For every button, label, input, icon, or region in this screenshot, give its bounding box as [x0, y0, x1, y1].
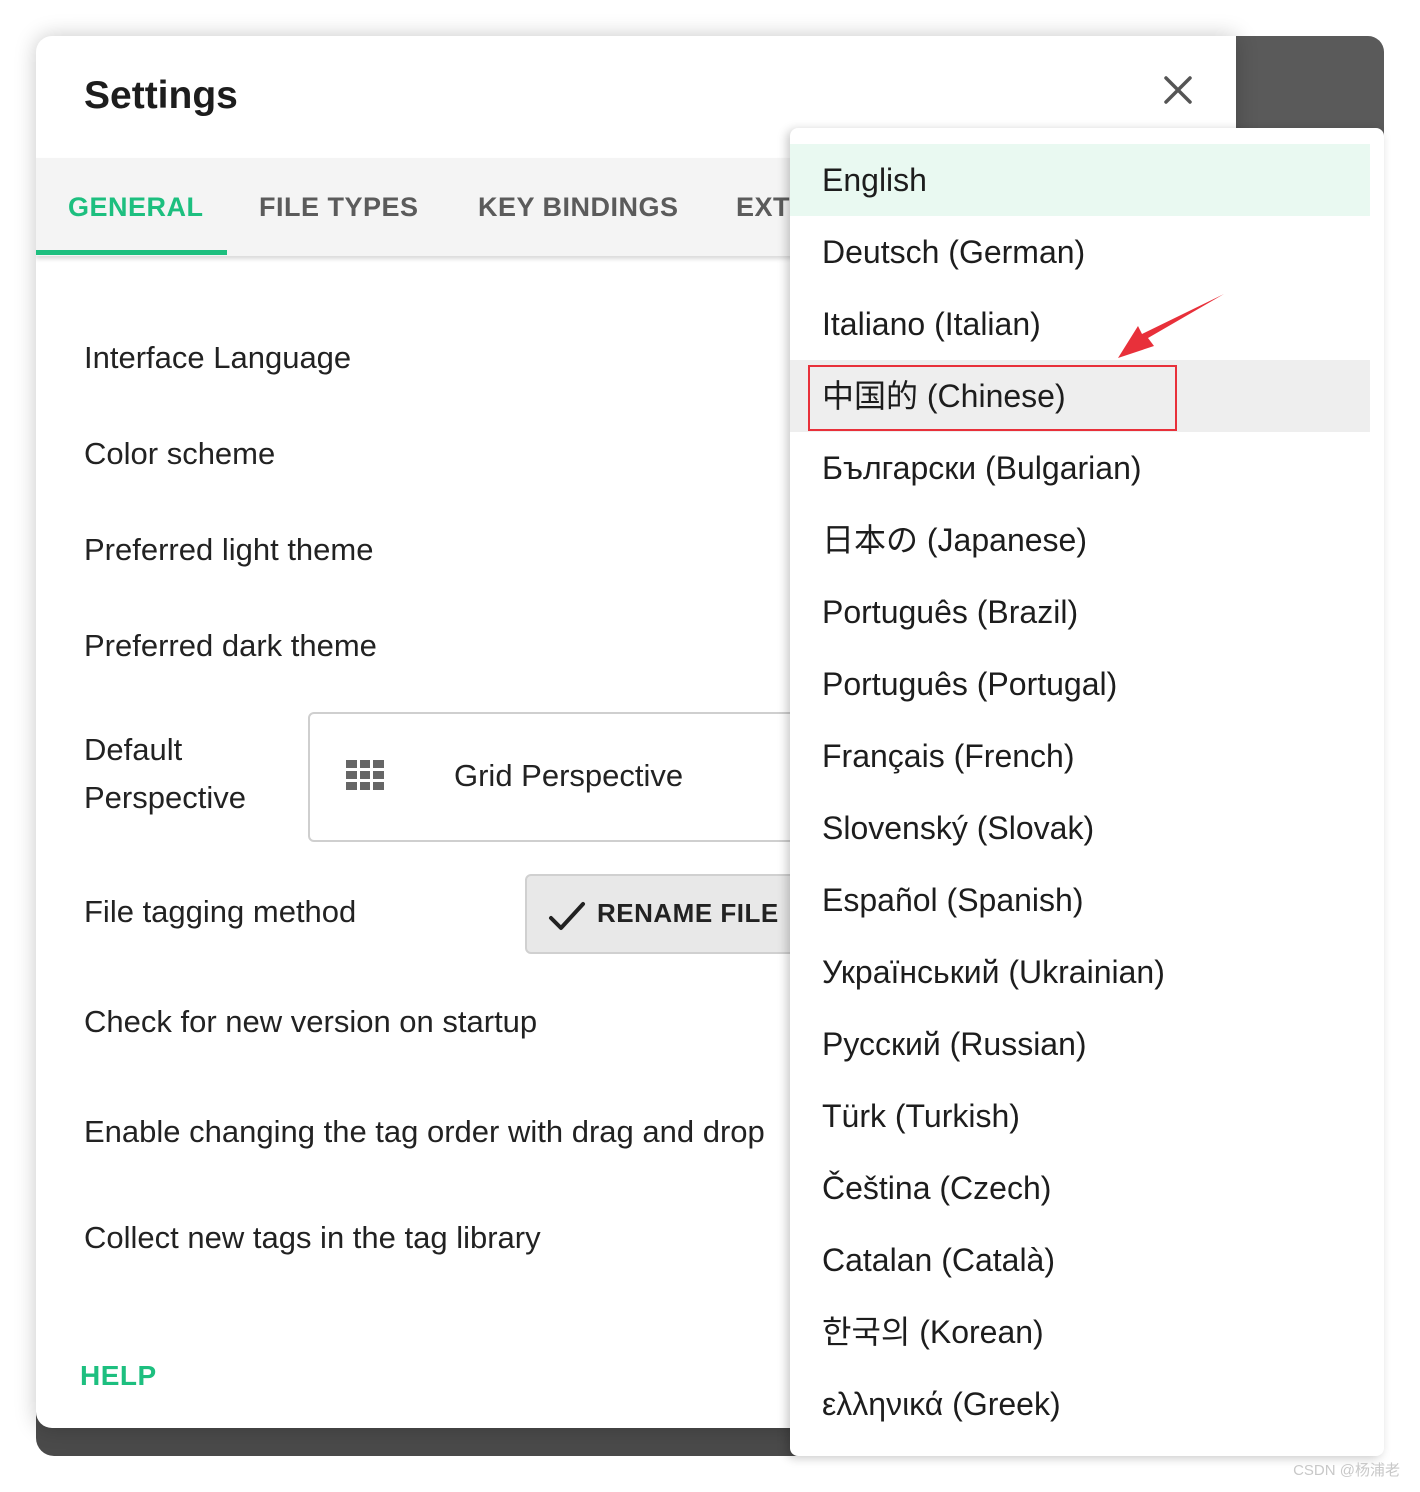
preferred-light-theme-label: Preferred light theme: [84, 532, 374, 567]
color-scheme-label: Color scheme: [84, 436, 276, 471]
language-option-spanish[interactable]: Español (Spanish): [790, 864, 1370, 936]
default-perspective-label-line1: Default: [84, 732, 183, 767]
language-option-russian[interactable]: Русский (Russian): [790, 1008, 1370, 1080]
tab-key-bindings[interactable]: KEY BINDINGS: [478, 192, 679, 223]
help-button[interactable]: HELP: [80, 1360, 157, 1392]
collect-new-tags-label: Collect new tags in the tag library: [84, 1220, 541, 1255]
interface-language-label: Interface Language: [84, 340, 352, 375]
language-option-czech[interactable]: Čeština (Czech): [790, 1152, 1370, 1224]
default-perspective-select[interactable]: Grid Perspective: [308, 712, 828, 842]
language-option-korean[interactable]: 한국의 (Korean): [790, 1296, 1370, 1368]
language-option-bulgarian[interactable]: Български (Bulgarian): [790, 432, 1370, 504]
language-dropdown-menu: English Deutsch (German) Italiano (Itali…: [790, 128, 1384, 1456]
default-perspective-value: Grid Perspective: [454, 758, 684, 793]
language-option-portuguese-portugal[interactable]: Português (Portugal): [790, 648, 1370, 720]
close-icon: [1164, 76, 1192, 104]
language-option-german[interactable]: Deutsch (German): [790, 216, 1370, 288]
language-option-catalan[interactable]: Catalan (Català): [790, 1224, 1370, 1296]
default-perspective-label-line2: Perspective: [84, 780, 246, 815]
rename-file-label: RENAME FILE: [597, 898, 779, 928]
enable-tag-drag-label: Enable changing the tag order with drag …: [84, 1114, 765, 1149]
language-option-greek[interactable]: ελληνικά (Greek): [790, 1368, 1370, 1440]
language-option-french[interactable]: Français (French): [790, 720, 1370, 792]
check-new-version-label: Check for new version on startup: [84, 1004, 538, 1039]
tab-extensions[interactable]: EXT: [736, 192, 790, 223]
check-icon: [549, 902, 585, 930]
watermark: CSDN @杨浦老: [1293, 1462, 1400, 1479]
active-tab-indicator: [36, 250, 227, 255]
language-option-slovak[interactable]: Slovenský (Slovak): [790, 792, 1370, 864]
preferred-dark-theme-label: Preferred dark theme: [84, 628, 377, 663]
language-option-turkish[interactable]: Türk (Turkish): [790, 1080, 1370, 1152]
dialog-title: Settings: [84, 74, 238, 117]
language-option-ukrainian[interactable]: Український (Ukrainian): [790, 936, 1370, 1008]
language-option-english[interactable]: English: [790, 144, 1370, 216]
file-tagging-method-label: File tagging method: [84, 894, 357, 929]
language-option-italian[interactable]: Italiano (Italian): [790, 288, 1370, 360]
language-option-chinese[interactable]: 中国的 (Chinese): [790, 360, 1370, 432]
tab-general[interactable]: GENERAL: [68, 192, 204, 223]
tab-file-types[interactable]: FILE TYPES: [259, 192, 419, 223]
close-button[interactable]: [1158, 70, 1198, 110]
grid-icon: [346, 760, 384, 790]
language-option-portuguese-brazil[interactable]: Português (Brazil): [790, 576, 1370, 648]
language-option-japanese[interactable]: 日本の (Japanese): [790, 504, 1370, 576]
